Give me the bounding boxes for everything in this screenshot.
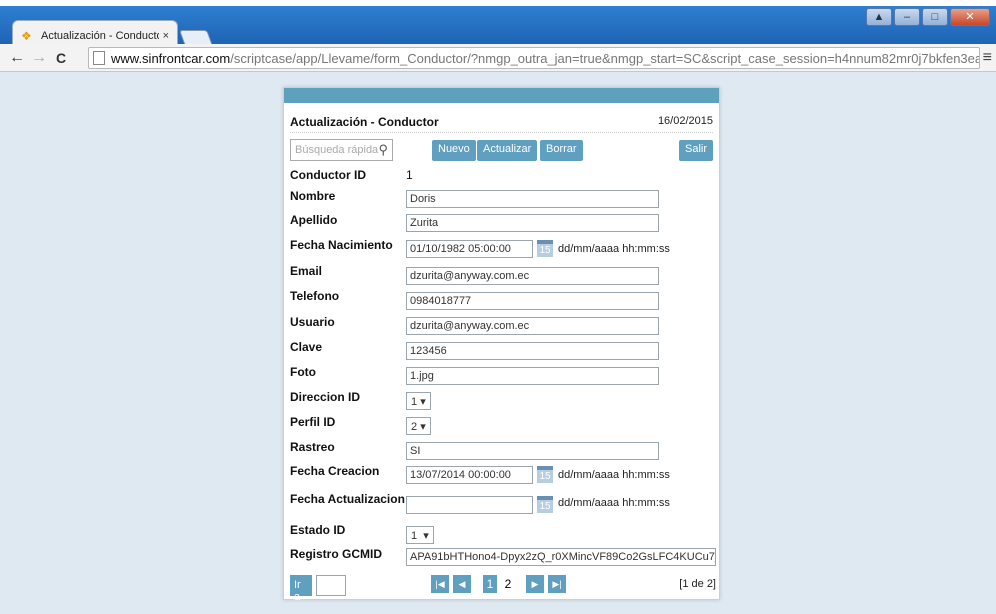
direccion-id-label: Direccion ID [290,390,361,404]
clave-label: Clave [290,340,323,354]
perfil-id-label: Perfil ID [290,415,336,429]
form-date: 16/02/2015 [657,115,713,127]
fecha-creacion-format: dd/mm/aaaa hh:mm:ss [558,469,670,481]
rastreo-input[interactable]: SI [406,442,659,460]
salir-button[interactable]: Salir [679,140,714,161]
address-bar[interactable]: www.sinfrontcar.com/scriptcase/app/Lleva… [88,47,980,69]
conductor-form: Actualización - Conductor 16/02/2015 Bús… [283,87,720,603]
page-content: Actualización - Conductor 16/02/2015 Bús… [0,72,996,614]
search-icon[interactable]: ⚲ [378,142,388,158]
close-window-button[interactable]: ✕ [950,8,990,26]
fecha-nacimiento-format: dd/mm/aaaa hh:mm:ss [558,243,670,255]
url-text: www.sinfrontcar.com/scriptcase/app/Lleva… [111,50,980,66]
menu-icon[interactable]: ≡ [983,49,992,67]
form-toolbar: Búsqueda rápida ⚲ Nuevo Actualizar Borra… [284,133,719,163]
clave-input[interactable]: 123456 [406,342,659,360]
fecha-creacion-input[interactable]: 13/07/2014 00:00:00 [406,466,533,484]
page-icon [93,51,105,65]
direccion-id-select[interactable]: 1 ▾ [406,392,431,410]
next-page-icon[interactable]: ▶ [526,575,544,593]
forward-icon[interactable]: → [28,49,50,67]
fecha-actualizacion-format: dd/mm/aaaa hh:mm:ss [558,497,670,509]
estado-id-label: Estado ID [290,523,346,537]
reload-icon[interactable]: C [50,50,72,66]
tab-close-icon[interactable]: × [163,30,169,42]
apellido-input[interactable]: Zurita [406,214,659,232]
nombre-input[interactable]: Doris [406,190,659,208]
calendar-icon[interactable]: 15 [537,496,553,513]
page-1-link[interactable]: 1 [483,575,497,593]
form-top-bar [284,88,719,103]
minimize-button[interactable]: – [894,8,920,26]
dropdown-arrow-icon: ▾ [423,530,429,542]
calendar-icon[interactable]: 15 [537,466,553,483]
actualizar-button[interactable]: Actualizar [477,140,538,161]
nuevo-button[interactable]: Nuevo [432,140,476,161]
perfil-id-value: 2 [411,421,418,433]
fecha-nacimiento-input[interactable]: 01/10/1982 05:00:00 [406,240,533,258]
foto-label: Foto [290,365,316,379]
foto-input[interactable]: 1.jpg [406,367,659,385]
goto-button[interactable]: Ir a [290,575,312,603]
page-count: [1 de 2] [679,578,716,590]
first-page-icon[interactable]: |◀ [431,575,449,593]
email-input[interactable]: dzurita@anyway.com.ec [406,267,659,285]
fecha-actualizacion-label: Fecha Actualizacion [290,492,405,506]
page-2-link[interactable]: 2 [501,575,515,593]
favicon-icon: ❖ [21,28,32,43]
fecha-actualizacion-input[interactable] [406,496,533,514]
previous-page-icon[interactable]: ◀ [453,575,471,593]
browser-toolbar: ← → C www.sinfrontcar.com/scriptcase/app… [0,44,996,72]
maximize-button[interactable]: □ [922,8,948,26]
email-label: Email [290,264,323,278]
dropdown-arrow-icon: ▾ [420,396,426,408]
registro-gcmid-label: Registro GCMID [290,547,383,561]
dropdown-arrow-icon: ▾ [420,421,426,433]
registro-gcmid-input[interactable]: APA91bHTHono4-Dpyx2zQ_r0XMincVF89Co2GsLF… [406,548,716,566]
goto-page-input[interactable] [316,575,346,596]
url-path: /scriptcase/app/Llevame/form_Conductor/?… [230,50,980,66]
usuario-input[interactable]: dzurita@anyway.com.ec [406,317,659,335]
browser-titlebar: ❖ Actualización - Conducto × ▲ – □ ✕ [0,0,996,50]
search-placeholder: Búsqueda rápida [295,144,379,156]
direccion-id-value: 1 [411,396,418,408]
fecha-creacion-label: Fecha Creacion [290,464,380,478]
conductor-id-label: Conductor ID [290,168,366,182]
calendar-icon[interactable]: 15 [537,240,553,257]
nombre-label: Nombre [290,189,336,203]
usuario-label: Usuario [290,315,335,329]
apellido-label: Apellido [290,213,338,227]
telefono-label: Telefono [290,289,340,303]
perfil-id-select[interactable]: 2 ▾ [406,417,431,435]
rastreo-label: Rastreo [290,440,335,454]
estado-id-select[interactable]: 1 ▾ [406,526,434,544]
pagination-bar: Ir a |◀ ◀ 1 2 ▶ ▶| [1 de 2] [290,573,716,603]
quick-search-input[interactable]: Búsqueda rápida ⚲ [290,139,393,161]
back-icon[interactable]: ← [6,49,28,67]
window-controls: ▲ – □ ✕ [866,8,990,26]
url-domain: www.sinfrontcar.com [111,50,231,66]
borrar-button[interactable]: Borrar [540,140,583,161]
last-page-icon[interactable]: ▶| [548,575,566,593]
form-header: Actualización - Conductor 16/02/2015 [290,103,713,133]
estado-id-value: 1 [411,530,418,542]
telefono-input[interactable]: 0984018777 [406,292,659,310]
user-icon[interactable]: ▲ [866,8,892,26]
tab-title: Actualización - Conducto [41,29,159,42]
fecha-nacimiento-label: Fecha Nacimiento [290,238,393,252]
conductor-id-value: 1 [406,168,413,182]
form-title: Actualización - Conductor [290,115,439,129]
